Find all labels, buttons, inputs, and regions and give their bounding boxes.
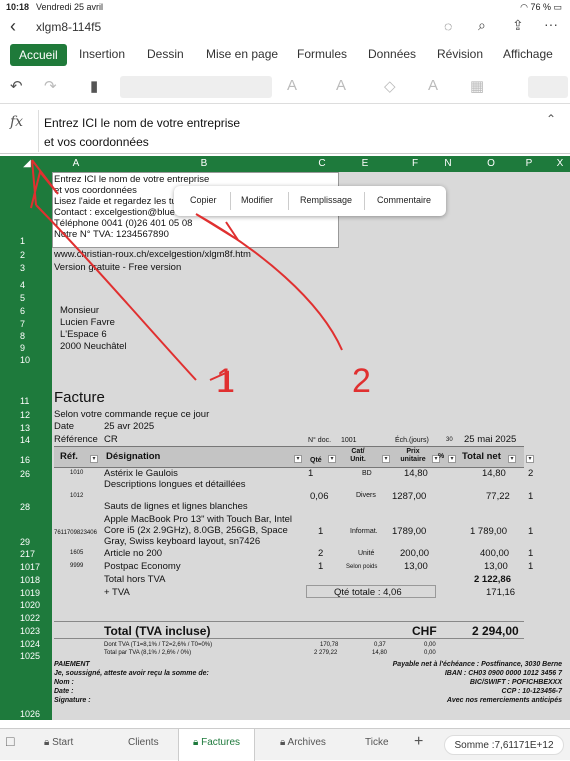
lock-icon: 🔒︎ [193,737,202,748]
annotation-number-1: 1 [216,362,235,400]
tabs-menu-icon[interactable]: □ [6,733,14,749]
annotation-number-2: 2 [352,362,371,400]
sheet-tab-start[interactable]: 🔒︎ Start [44,737,73,748]
sheet-tab-label: Archives [287,737,326,748]
add-sheet-icon[interactable]: + [414,733,423,751]
sheet-tab-tickets[interactable]: Ticke [365,737,389,748]
annotation-line-1 [35,204,197,381]
sheet-tab-archives[interactable]: 🔒︎ Archives [280,737,326,748]
annotation-arrow-2 [195,213,343,351]
lock-icon: 🔒︎ [280,737,288,748]
sheet-tab-label: Start [52,737,74,748]
sheet-tab-label: Factures [201,737,241,748]
sheet-tab-clients[interactable]: Clients [128,737,159,748]
sheet-tab-factures[interactable]: 🔒︎ Factures [178,729,256,761]
sheet-tabs: □ 🔒︎ Start Clients 🔒︎ Factures 🔒︎ Archiv… [0,728,570,761]
annotation-arrow-1 [30,159,59,209]
lock-icon: 🔒︎ [44,737,53,748]
annotation-overlay: 1 2 [30,159,371,400]
sum-display[interactable]: Somme :7,61171E+12 [444,735,564,755]
